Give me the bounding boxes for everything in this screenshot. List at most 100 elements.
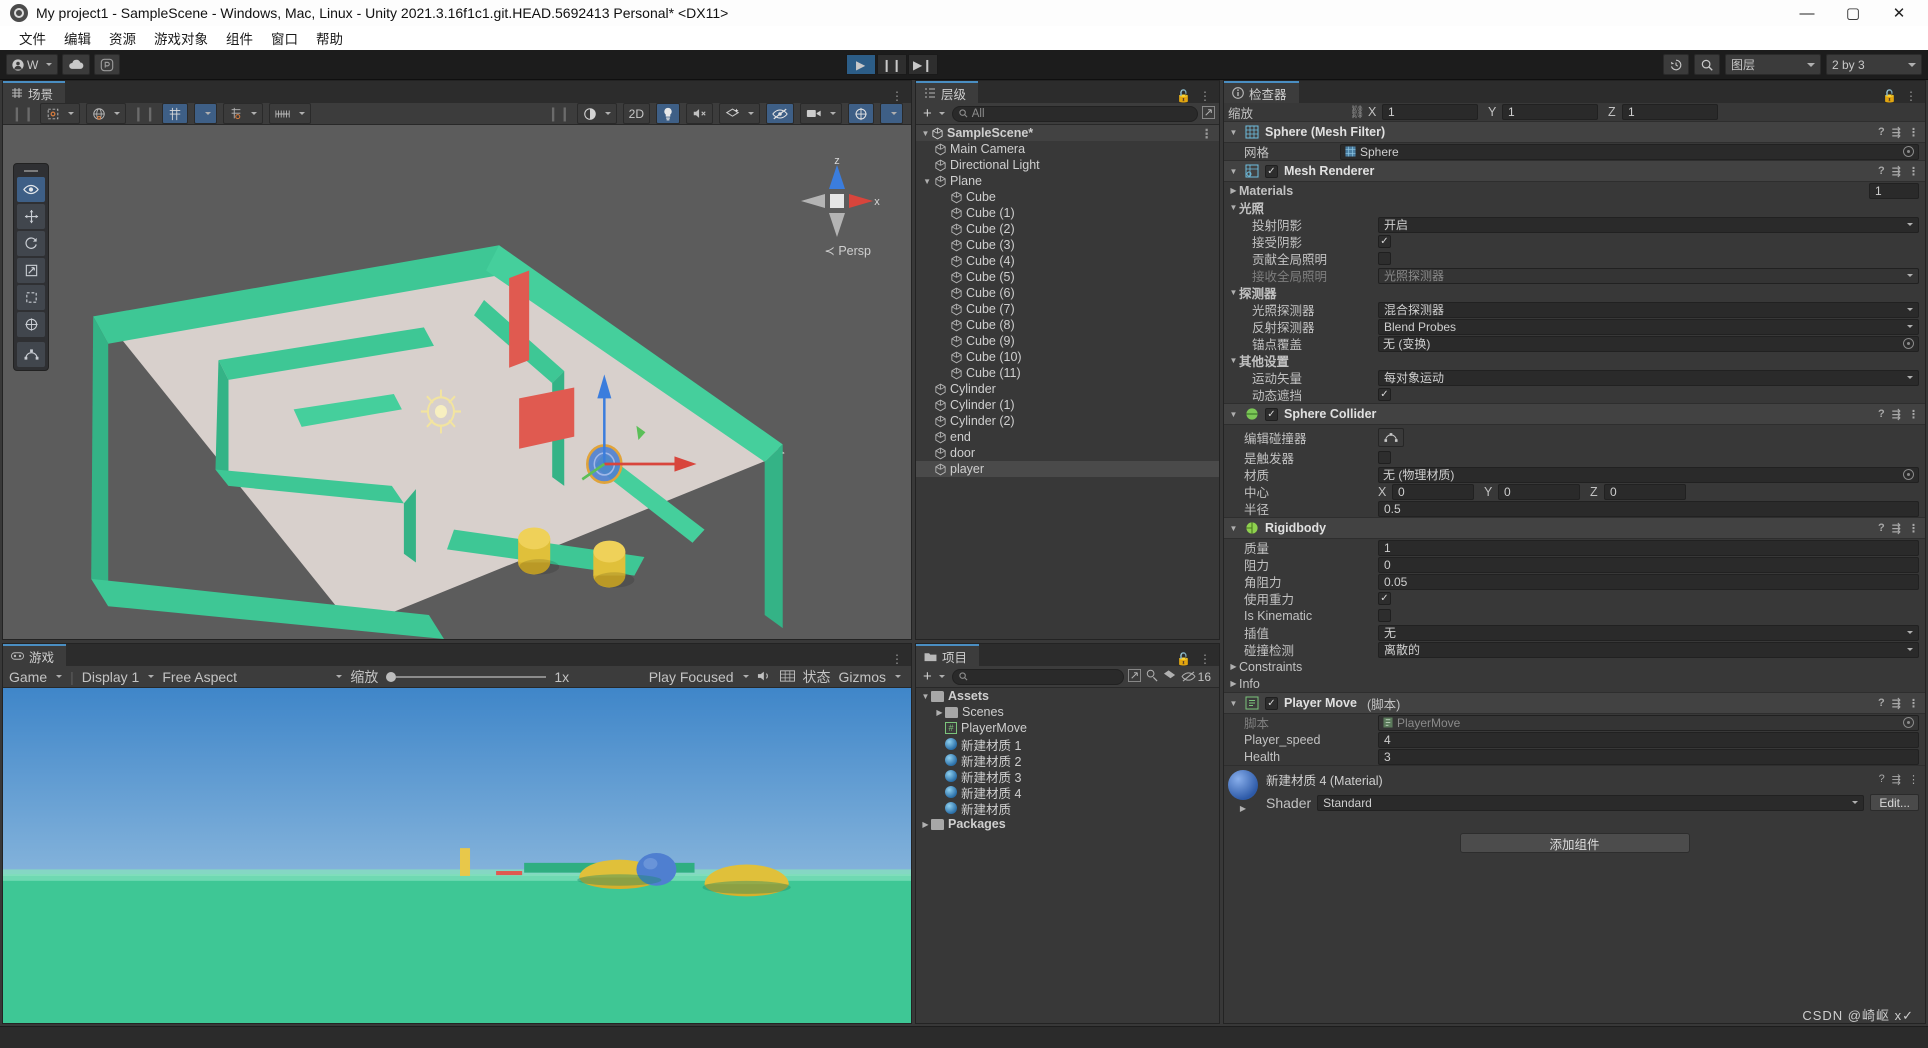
collab-button[interactable] (94, 54, 121, 75)
hierarchy-item-directional-light[interactable]: Directional Light (916, 157, 1219, 173)
hierarchy-item-cube-3[interactable]: Cube (3) (916, 237, 1219, 253)
kebab-menu-icon[interactable]: ⋮ (1908, 165, 1919, 178)
scale-z-field[interactable]: 1 (1622, 104, 1718, 120)
project-filter-type-button[interactable] (1145, 669, 1159, 685)
tool-scale[interactable] (17, 258, 45, 283)
edit-collider-button[interactable] (1378, 427, 1404, 447)
hierarchy-tree[interactable]: ▼ SampleScene* ⋮ Main Camera Directional … (916, 125, 1219, 639)
cast-shadows-dropdown[interactable]: 开启 (1378, 216, 1919, 233)
hierarchy-search-input[interactable]: All (951, 105, 1198, 122)
interpolate-dropdown[interactable]: 无 (1378, 624, 1919, 641)
hierarchy-item-main-camera[interactable]: Main Camera (916, 141, 1219, 157)
chevron-down-icon[interactable]: ▼ (920, 692, 931, 701)
chevron-right-icon[interactable]: ▶ (1228, 186, 1239, 195)
project-tab-menu[interactable]: ⋮ (1199, 652, 1211, 666)
history-button[interactable] (1662, 54, 1689, 75)
collider-radius-field[interactable]: 0.5 (1378, 500, 1919, 517)
hierarchy-item-cube-7[interactable]: Cube (7) (916, 301, 1219, 317)
kebab-menu-icon[interactable]: ⋮ (1908, 522, 1919, 535)
help-icon[interactable]: ? (1878, 697, 1885, 709)
chevron-down-icon[interactable]: ▼ (920, 129, 931, 138)
shader-edit-button[interactable]: Edit... (1870, 794, 1919, 811)
lock-icon[interactable]: 🔓 (1176, 652, 1191, 666)
kebab-menu-icon[interactable]: ⋮ (1908, 126, 1919, 139)
grid-snap-button[interactable] (161, 103, 188, 124)
receive-shadows-checkbox[interactable]: ✓ (1378, 235, 1391, 248)
center-z-field[interactable]: 0 (1604, 483, 1686, 500)
mass-field[interactable]: 1 (1378, 539, 1919, 556)
tool-rotate[interactable] (17, 231, 45, 256)
hierarchy-item-cube-4[interactable]: Cube (4) (916, 253, 1219, 269)
center-x-field[interactable]: 0 (1392, 483, 1474, 500)
kebab-menu-icon[interactable]: ⋮ (1908, 697, 1919, 710)
hierarchy-item-cube-6[interactable]: Cube (6) (916, 285, 1219, 301)
game-display-dropdown[interactable]: Display 1 (82, 669, 155, 685)
is-kinematic-checkbox[interactable] (1378, 609, 1391, 622)
project-tree[interactable]: ▼ Assets ▶ Scenes # PlayerMove 新建材质 1 新建材质 2 新建材… (916, 688, 1219, 1023)
preset-icon[interactable]: ⇶ (1892, 408, 1901, 421)
add-component-button[interactable]: 添加组件 (1459, 833, 1690, 853)
hierarchy-item-cube-11[interactable]: Cube (11) (916, 365, 1219, 381)
hierarchy-item-player[interactable]: player (916, 461, 1219, 477)
hierarchy-item-cube-8[interactable]: Cube (8) (916, 317, 1219, 333)
step-button[interactable]: ▶❙ (907, 54, 938, 75)
mesh-renderer-header[interactable]: ▼ ✓ Mesh Renderer ? ⇶ ⋮ (1224, 160, 1925, 182)
game-display-mode-dropdown[interactable]: Game (9, 669, 63, 685)
angular-drag-field[interactable]: 0.05 (1378, 573, 1919, 590)
scene-gizmos-button[interactable] (848, 103, 874, 124)
hierarchy-item-cube-9[interactable]: Cube (9) (916, 333, 1219, 349)
mesh-picker-icon[interactable] (1903, 146, 1914, 157)
project-item-packages[interactable]: ▶ Packages (916, 816, 1219, 832)
menu-item-assets[interactable]: 资源 (100, 28, 145, 48)
hierarchy-tab-menu[interactable]: ⋮ (1199, 89, 1211, 103)
lighting-section-header[interactable]: ▼ 光照 (1224, 199, 1925, 216)
collider-material-field[interactable]: 无 (物理材质) (1378, 466, 1919, 483)
tool-custom-editor[interactable] (17, 342, 45, 367)
tool-move[interactable] (17, 204, 45, 229)
center-y-field[interactable]: 0 (1498, 483, 1580, 500)
tab-inspector[interactable]: 检查器 (1224, 81, 1299, 103)
sphere-collider-header[interactable]: ▼ ✓ Sphere Collider ? ⇶ ⋮ (1224, 403, 1925, 425)
hierarchy-item-cube-1[interactable]: Cube (1) (916, 205, 1219, 221)
tool-rect[interactable] (17, 285, 45, 310)
lock-icon[interactable]: 🔓 (1176, 89, 1191, 103)
game-play-focus-dropdown[interactable]: Play Focused (649, 669, 749, 685)
project-hidden-toggle[interactable]: 16 (1181, 670, 1215, 684)
mesh-object-field[interactable]: Sphere (1340, 143, 1919, 160)
preset-icon[interactable]: ⇶ (1892, 165, 1901, 178)
project-item-[interactable]: 新建材质 (916, 800, 1219, 817)
chevron-down-icon[interactable]: ▼ (1228, 699, 1239, 708)
hierarchy-item-plane[interactable]: ▼ Plane (916, 173, 1219, 189)
hierarchy-item-cube-5[interactable]: Cube (5) (916, 269, 1219, 285)
menu-item-gameobject[interactable]: 游戏对象 (145, 28, 217, 48)
game-tab-menu[interactable]: ⋮ (891, 652, 911, 666)
tab-hierarchy[interactable]: 层级 (916, 81, 979, 103)
chevron-right-icon[interactable]: ▶ (1228, 679, 1239, 688)
reflection-probes-dropdown[interactable]: Blend Probes (1378, 318, 1919, 335)
hierarchy-item-door[interactable]: door (916, 445, 1219, 461)
shading-mode-button[interactable] (576, 103, 617, 124)
use-gravity-checkbox[interactable]: ✓ (1378, 592, 1391, 605)
toggle-2d-button[interactable]: 2D (622, 103, 650, 124)
anchor-override-field[interactable]: 无 (变换) (1378, 335, 1919, 352)
drag-field[interactable]: 0 (1378, 556, 1919, 573)
tab-project[interactable]: 项目 (916, 644, 980, 666)
tab-scene[interactable]: 场景 (3, 81, 66, 103)
object-picker-icon[interactable] (1903, 469, 1914, 480)
help-icon[interactable]: ? (1878, 165, 1885, 177)
materials-row[interactable]: ▶ Materials 1 (1224, 182, 1925, 199)
chevron-down-icon[interactable]: ▼ (1228, 356, 1239, 365)
mesh-renderer-enabled-checkbox[interactable]: ✓ (1265, 164, 1278, 178)
chevron-right-icon[interactable]: ▶ (934, 708, 945, 717)
inspector-content[interactable]: 缩放 ⛓ X 1 Y 1 Z 1 ▼ Sphere (Mesh Filter) … (1224, 103, 1925, 1023)
constraints-row[interactable]: ▶ Constraints (1224, 658, 1925, 675)
game-gizmos-dropdown[interactable]: Gizmos (839, 669, 905, 685)
help-icon[interactable]: ? (1878, 522, 1885, 534)
layout-dropdown[interactable]: 2 by 3 (1825, 54, 1922, 75)
chevron-down-icon[interactable]: ▼ (1228, 410, 1239, 419)
scene-tab-menu[interactable]: ⋮ (891, 89, 911, 103)
pivot-button[interactable] (40, 103, 81, 124)
hierarchy-item-cylinder[interactable]: Cylinder (916, 381, 1219, 397)
help-icon[interactable]: ? (1878, 126, 1885, 138)
chevron-down-icon[interactable]: ▼ (920, 177, 934, 186)
